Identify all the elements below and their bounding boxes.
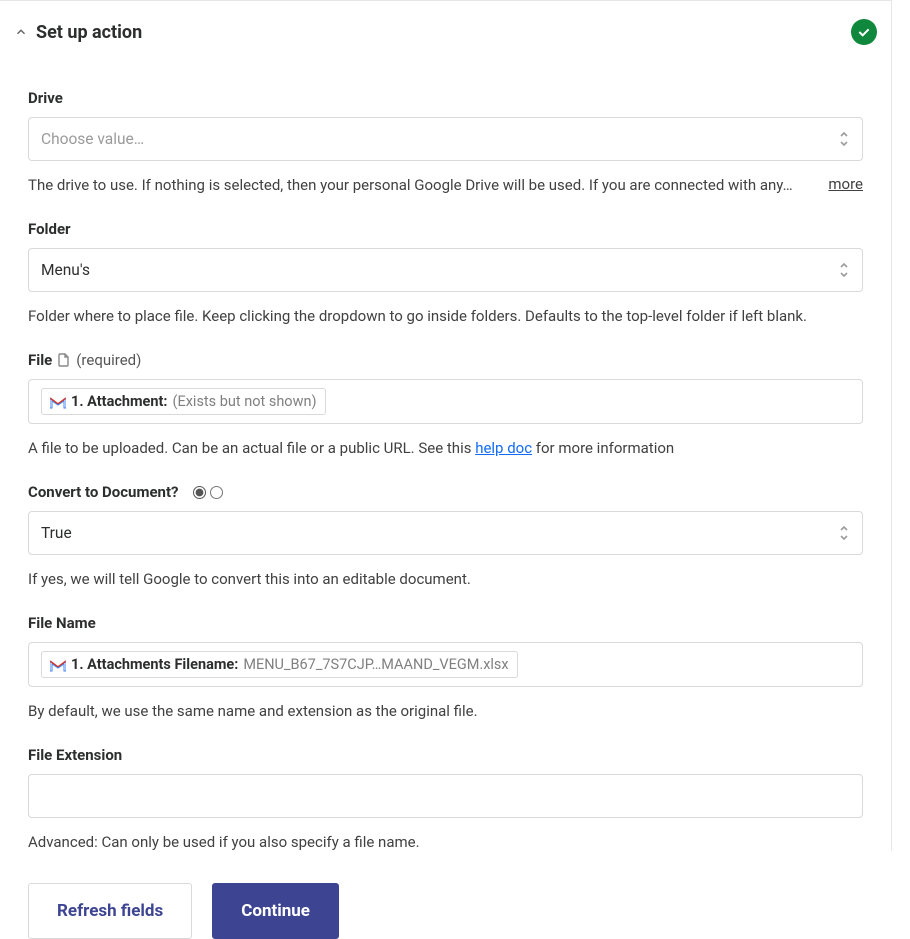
folder-helper: Folder where to place file. Keep clickin… — [28, 306, 863, 327]
gmail-icon — [50, 659, 66, 671]
convert-helper: If yes, we will tell Google to convert t… — [28, 569, 863, 590]
convert-label: Convert to Document? — [28, 483, 179, 501]
sort-icon — [838, 524, 850, 542]
filename-pill-value: MENU_B67_7S7CJP…MAAND_VEGM.xlsx — [243, 656, 508, 673]
ext-input[interactable] — [28, 774, 863, 818]
refresh-fields-button[interactable]: Refresh fields — [28, 883, 192, 939]
convert-select[interactable]: True — [28, 511, 863, 555]
drive-placeholder: Choose value… — [41, 130, 144, 148]
drive-helper: The drive to use. If nothing is selected… — [28, 175, 812, 196]
filename-label: File Name — [28, 614, 863, 632]
ext-helper: Advanced: Can only be used if you also s… — [28, 832, 863, 853]
sort-icon — [838, 261, 850, 279]
ext-label: File Extension — [28, 746, 863, 764]
convert-radio-group — [193, 486, 223, 499]
filename-pill-prefix: 1. Attachments Filename: — [71, 656, 238, 673]
filename-pill[interactable]: 1. Attachments Filename: MENU_B67_7S7CJP… — [41, 651, 518, 678]
drive-more-link[interactable]: more — [828, 175, 863, 193]
gmail-icon — [50, 396, 66, 408]
chevron-up-icon[interactable] — [14, 25, 28, 39]
file-pill[interactable]: 1. Attachment: (Exists but not shown) — [41, 388, 326, 415]
folder-label: Folder — [28, 220, 863, 238]
document-icon — [58, 353, 70, 367]
filename-input[interactable]: 1. Attachments Filename: MENU_B67_7S7CJP… — [28, 642, 863, 687]
convert-radio-off[interactable] — [210, 486, 223, 499]
file-helper: A file to be uploaded. Can be an actual … — [28, 438, 863, 459]
status-check-icon — [851, 19, 877, 45]
file-pill-prefix: 1. Attachment: — [71, 393, 168, 410]
folder-select[interactable]: Menu's — [28, 248, 863, 292]
help-doc-link[interactable]: help doc — [475, 439, 532, 457]
convert-value: True — [41, 524, 72, 542]
file-input[interactable]: 1. Attachment: (Exists but not shown) — [28, 379, 863, 424]
drive-select[interactable]: Choose value… — [28, 117, 863, 161]
drive-label: Drive — [28, 89, 863, 107]
convert-radio-on[interactable] — [193, 486, 206, 499]
file-label: File — [28, 351, 52, 369]
file-required: (required) — [76, 351, 141, 369]
sort-icon — [838, 130, 850, 148]
file-pill-value: (Exists but not shown) — [173, 393, 317, 410]
section-title: Set up action — [36, 22, 851, 43]
continue-button[interactable]: Continue — [212, 883, 339, 939]
folder-value: Menu's — [41, 261, 90, 279]
filename-helper: By default, we use the same name and ext… — [28, 701, 863, 722]
